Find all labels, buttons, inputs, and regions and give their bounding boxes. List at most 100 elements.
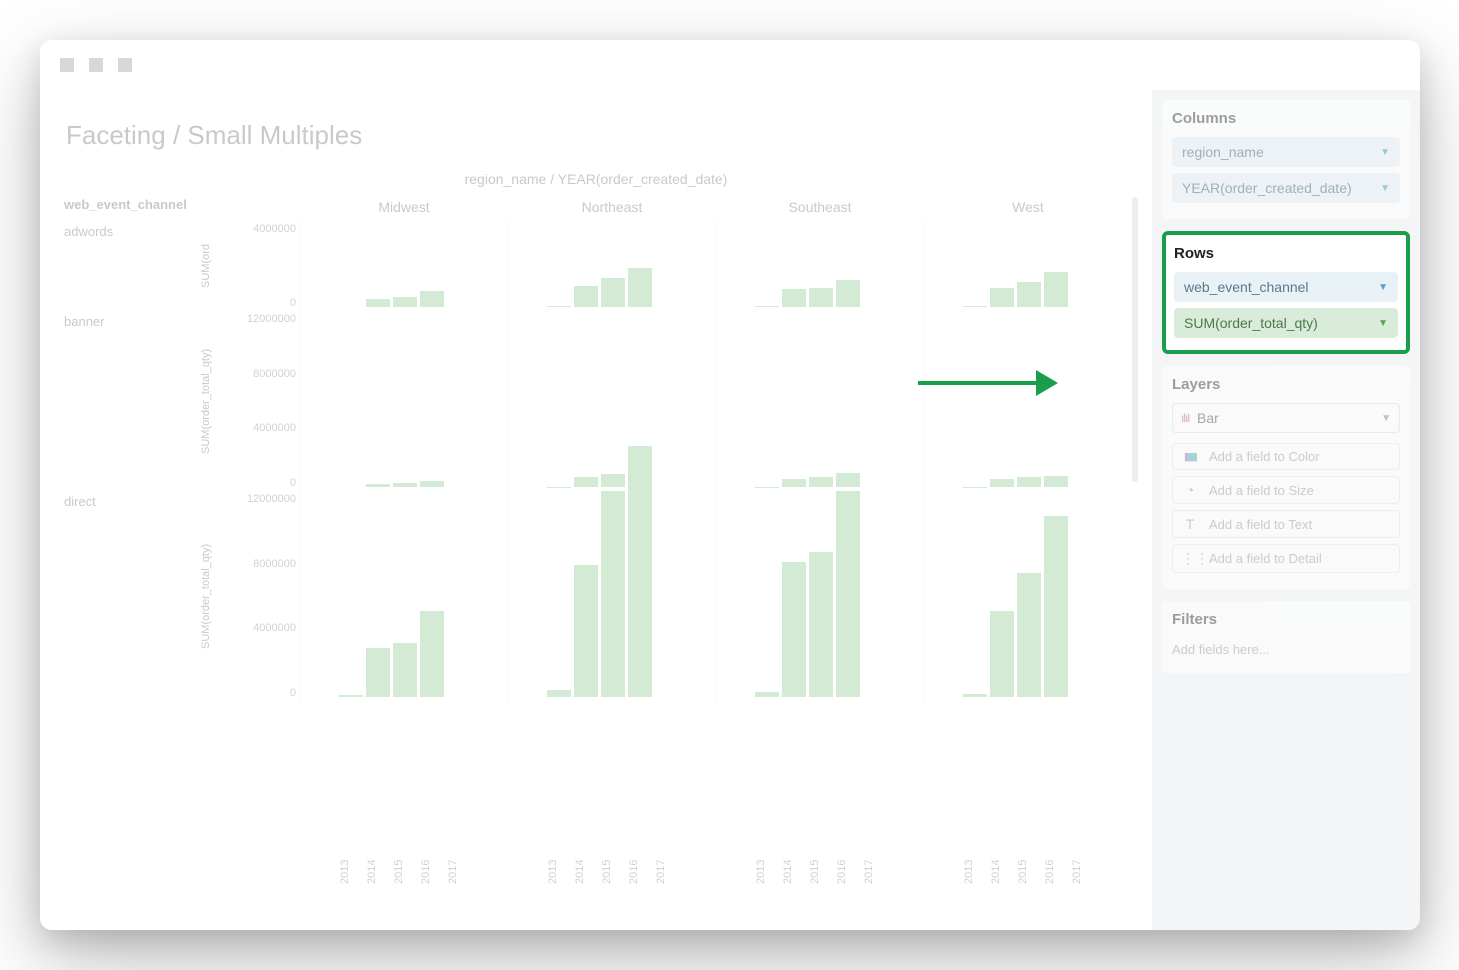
filters-panel-title: Filters: [1172, 611, 1400, 628]
bar[interactable]: [1017, 573, 1041, 697]
filters-placeholder[interactable]: Add fields here...: [1172, 638, 1400, 663]
field-pill[interactable]: web_event_channel▼: [1174, 272, 1398, 302]
layer-slot-text[interactable]: TAdd a field to Text: [1172, 510, 1400, 538]
text-icon: T: [1181, 516, 1199, 532]
y-tick: 0: [212, 297, 296, 309]
color-icon: ▮▮▮: [1181, 450, 1199, 463]
detail-icon: ⋮⋮: [1181, 550, 1199, 567]
bar[interactable]: [963, 694, 987, 697]
bar[interactable]: [420, 481, 444, 487]
bar[interactable]: [836, 280, 860, 307]
field-pill[interactable]: region_name▼: [1172, 137, 1400, 167]
bar[interactable]: [782, 479, 806, 487]
bar[interactable]: [836, 491, 860, 697]
bar[interactable]: [1017, 477, 1041, 487]
layer-type-select[interactable]: ılıl Bar ▼: [1172, 403, 1400, 433]
chevron-down-icon: ▼: [1381, 413, 1391, 424]
x-tick: 2014: [366, 860, 390, 910]
bar[interactable]: [628, 268, 652, 307]
config-sidebar: Columns region_name▼YEAR(order_created_d…: [1152, 90, 1420, 930]
bar[interactable]: [755, 306, 779, 307]
pill-label: web_event_channel: [1184, 279, 1309, 295]
bar[interactable]: [1044, 516, 1068, 698]
bar[interactable]: [601, 491, 625, 697]
page-title: Faceting / Small Multiples: [60, 120, 1132, 151]
bar[interactable]: [963, 306, 987, 307]
bar[interactable]: [990, 611, 1014, 697]
bar[interactable]: [547, 690, 571, 697]
facet-cell: [508, 311, 716, 491]
column-facet-header: Southeast: [716, 197, 924, 221]
x-tick: 2016: [628, 860, 652, 910]
bar[interactable]: [366, 299, 390, 307]
facet-cell: [300, 491, 508, 701]
x-tick: 2017: [655, 860, 679, 910]
bar[interactable]: [601, 474, 625, 487]
bar[interactable]: [755, 692, 779, 697]
bar[interactable]: [1017, 282, 1041, 307]
y-axis-label: SUM(order_total_qty): [200, 491, 212, 701]
bar[interactable]: [339, 695, 363, 697]
scrollbar-vertical[interactable]: [1132, 197, 1138, 482]
chart-super-title: region_name / YEAR(order_created_date): [60, 171, 1132, 187]
bar[interactable]: [990, 288, 1014, 308]
layer-type-label: Bar: [1197, 410, 1219, 426]
bar[interactable]: [809, 288, 833, 308]
x-tick: 2017: [863, 860, 887, 910]
field-pill[interactable]: YEAR(order_created_date)▼: [1172, 173, 1400, 203]
bar[interactable]: [393, 643, 417, 697]
y-tick: 4000000: [212, 223, 296, 235]
column-facet-header: West: [924, 197, 1132, 221]
window-button[interactable]: [118, 58, 132, 72]
row-field-header: web_event_channel: [60, 197, 200, 212]
layer-slot-size[interactable]: ◔Add a field to Size: [1172, 476, 1400, 504]
x-tick: 2013: [755, 860, 779, 910]
layers-panel-title: Layers: [1172, 376, 1400, 393]
chevron-down-icon: ▼: [1380, 183, 1390, 194]
bar[interactable]: [836, 473, 860, 487]
bar[interactable]: [393, 297, 417, 307]
layer-slot-color[interactable]: ▮▮▮Add a field to Color: [1172, 443, 1400, 470]
bar[interactable]: [574, 565, 598, 697]
facet-cell: [508, 221, 716, 311]
bar[interactable]: [366, 484, 390, 488]
window-button[interactable]: [60, 58, 74, 72]
window-button[interactable]: [89, 58, 103, 72]
bar[interactable]: [1044, 272, 1068, 307]
columns-panel: Columns region_name▼YEAR(order_created_d…: [1162, 100, 1410, 219]
window-titlebar: [40, 40, 1420, 90]
y-tick: 4000000: [212, 422, 296, 434]
bar[interactable]: [809, 477, 833, 487]
row-facet-label: banner: [60, 314, 200, 494]
bar[interactable]: [1044, 476, 1068, 487]
pill-label: region_name: [1182, 144, 1264, 160]
bar[interactable]: [574, 477, 598, 487]
bar[interactable]: [628, 446, 652, 697]
facet-cell: [716, 221, 924, 311]
y-tick: 0: [212, 687, 296, 699]
field-pill[interactable]: SUM(order_total_qty)▼: [1174, 308, 1398, 338]
facet-cell: [924, 221, 1132, 311]
bar[interactable]: [420, 291, 444, 307]
filters-panel: Filters Add fields here...: [1162, 601, 1410, 673]
bar[interactable]: [547, 306, 571, 307]
facet-cell: [716, 311, 924, 491]
bar[interactable]: [420, 611, 444, 697]
x-tick: 2015: [1017, 860, 1041, 910]
bar[interactable]: [990, 479, 1014, 487]
bar[interactable]: [809, 552, 833, 697]
bar[interactable]: [393, 483, 417, 487]
bar[interactable]: [601, 278, 625, 307]
x-tick: 2016: [836, 860, 860, 910]
facet-cell: [300, 311, 508, 491]
bar[interactable]: [782, 289, 806, 307]
chevron-down-icon: ▼: [1378, 318, 1388, 329]
facet-cell: [300, 221, 508, 311]
bar[interactable]: [366, 648, 390, 698]
bar[interactable]: [574, 286, 598, 307]
x-tick: 2016: [420, 860, 444, 910]
x-tick: 2013: [547, 860, 571, 910]
bar[interactable]: [782, 562, 806, 697]
layer-slot-detail[interactable]: ⋮⋮Add a field to Detail: [1172, 544, 1400, 573]
rows-panel-title: Rows: [1174, 245, 1398, 262]
